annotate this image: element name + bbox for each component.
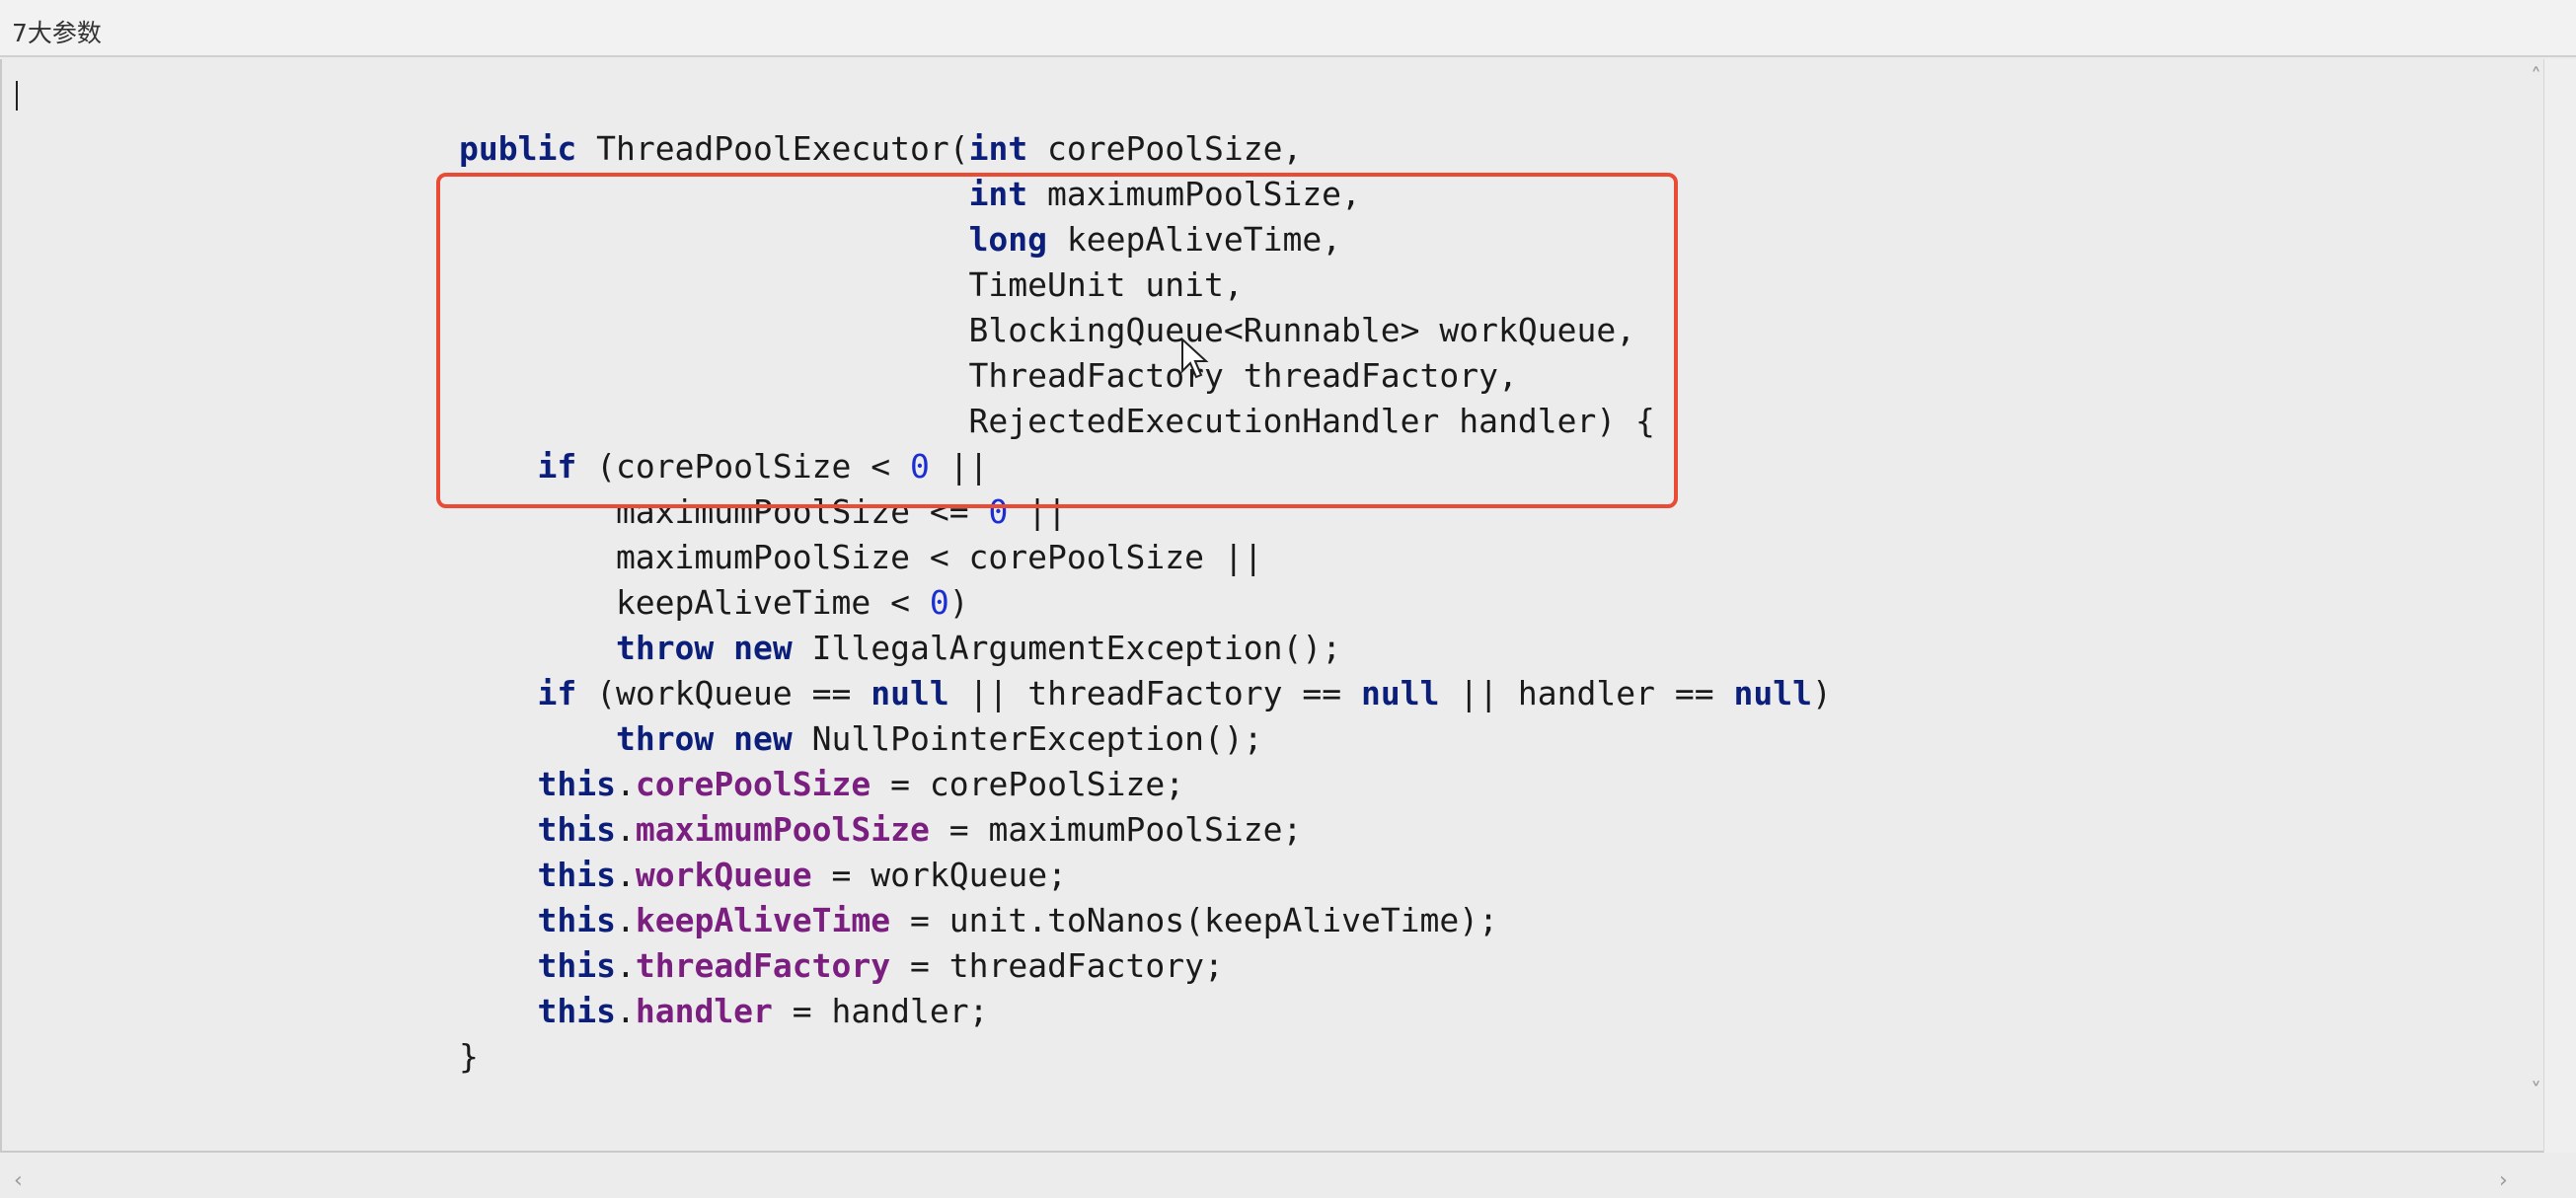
editor-window: 7大参数 public ThreadPoolExecutor(int coreP… (0, 0, 2576, 1193)
mouse-pointer-icon (1181, 337, 1209, 379)
text-caret (16, 81, 18, 111)
code-line: this.threadFactory = threadFactory; (537, 946, 1224, 985)
code-line: this.maximumPoolSize = maximumPoolSize; (537, 810, 1303, 849)
code-line: keepAliveTime < 0) (459, 583, 969, 622)
code-line: this.corePoolSize = corePoolSize; (537, 765, 1185, 803)
code-editor[interactable]: public ThreadPoolExecutor(int corePoolSi… (0, 59, 2544, 1193)
code-line: } (459, 1037, 479, 1076)
code-line: throw new NullPointerException(); (615, 719, 1263, 758)
code-line: maximumPoolSize < corePoolSize || (459, 538, 1263, 576)
code-line: this.workQueue = workQueue; (537, 856, 1067, 894)
constructor-signature-highlight (436, 173, 1678, 508)
title-bar: 7大参数 (0, 0, 2576, 57)
chevron-down-icon[interactable]: ˅ (2531, 1080, 2541, 1104)
vertical-scrollbar[interactable]: ˄ ˅ (2531, 59, 2576, 1153)
window-title: 7大参数 (12, 19, 102, 47)
code-line: this.keepAliveTime = unit.toNanos(keepAl… (537, 901, 1499, 939)
code-line: this.handler = handler; (537, 992, 989, 1030)
chevron-up-icon[interactable]: ˄ (2531, 65, 2541, 90)
code-line: throw new IllegalArgumentException(); (615, 629, 1342, 667)
chevron-right-icon[interactable]: › (2499, 1168, 2508, 1193)
code-line: if (workQueue == null || threadFactory =… (537, 674, 1832, 712)
chevron-left-icon[interactable]: ‹ (14, 1168, 23, 1193)
horizontal-scrollbar[interactable]: ‹ › (2, 1168, 2546, 1198)
code-line: public ThreadPoolExecutor(int corePoolSi… (459, 129, 1303, 168)
